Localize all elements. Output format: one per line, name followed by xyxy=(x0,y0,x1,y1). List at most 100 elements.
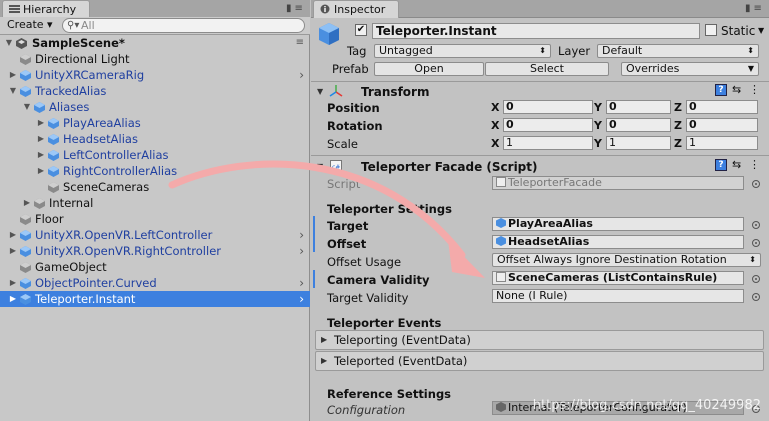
hierarchy-item[interactable]: ▶ PlayAreaAlias xyxy=(0,115,310,131)
object-picker-icon[interactable] xyxy=(752,293,760,301)
hierarchy-item[interactable]: ▶ Teleporter.Instant › xyxy=(0,291,310,307)
gameobject-cube-icon xyxy=(48,150,59,161)
hierarchy-item[interactable]: Floor xyxy=(0,211,310,227)
rotation-y-field[interactable]: 0 xyxy=(606,118,671,132)
hierarchy-item[interactable]: ▶ RightControllerAlias xyxy=(0,163,310,179)
hierarchy-item-label: Internal xyxy=(49,196,94,210)
hierarchy-item-label: PlayAreaAlias xyxy=(63,116,141,130)
expand-arrow-icon[interactable]: ▶ xyxy=(22,195,32,211)
create-button[interactable]: Create ▾ xyxy=(4,18,56,33)
chevron-updown-icon: ⬍ xyxy=(539,46,546,55)
tag-dropdown[interactable]: Untagged ⬍ xyxy=(374,44,551,58)
hierarchy-item[interactable]: Directional Light xyxy=(0,51,310,67)
teleporting-event[interactable]: ▶ Teleporting (EventData) xyxy=(315,330,764,350)
prefab-open-chevron-icon[interactable]: › xyxy=(299,67,304,83)
inspector-tab[interactable]: Inspector xyxy=(313,0,399,18)
axis-label-x[interactable]: X xyxy=(491,137,499,150)
gameobject-cube-icon xyxy=(496,236,506,246)
expand-arrow-icon[interactable]: ▶ xyxy=(36,115,46,131)
help-icon[interactable]: ? xyxy=(715,84,727,96)
transform-fold-icon[interactable]: ▼ xyxy=(317,87,323,96)
prefab-overrides-dropdown[interactable]: Overrides ▼ xyxy=(621,62,759,76)
prefab-open-button[interactable]: Open xyxy=(374,62,484,76)
teleported-event[interactable]: ▶ Teleported (EventData) xyxy=(315,351,764,371)
static-checkbox[interactable] xyxy=(705,24,717,36)
prefab-open-chevron-icon[interactable]: › xyxy=(299,275,304,291)
hierarchy-menu-icons[interactable]: ▮≡ xyxy=(286,3,306,14)
axis-label-y[interactable]: Y xyxy=(594,101,602,114)
offset-usage-dropdown[interactable]: Offset Always Ignore Destination Rotatio… xyxy=(492,253,761,267)
rotation-x-field[interactable]: 0 xyxy=(503,118,593,132)
expand-arrow-icon[interactable]: ▶ xyxy=(36,131,46,147)
hierarchy-item[interactable]: ▶ UnityXRCameraRig › xyxy=(0,67,310,83)
component-menu-icon[interactable]: ⋮ xyxy=(749,83,760,96)
rotation-label: Rotation xyxy=(327,119,383,133)
expand-arrow-icon[interactable]: ▶ xyxy=(8,291,18,307)
preset-icon[interactable]: ⇆ xyxy=(732,158,741,171)
object-name-field[interactable]: Teleporter.Instant xyxy=(372,23,700,39)
active-checkbox[interactable]: ✔ xyxy=(355,24,367,36)
camera-validity-field[interactable]: SceneCameras (ListContainsRule) xyxy=(492,271,744,285)
object-picker-icon[interactable] xyxy=(752,275,760,283)
axis-label-y[interactable]: Y xyxy=(594,119,602,132)
layer-dropdown[interactable]: Default ⬍ xyxy=(597,44,759,58)
prefab-open-chevron-icon[interactable]: › xyxy=(299,291,304,307)
prefab-select-button[interactable]: Select xyxy=(485,62,609,76)
target-validity-field[interactable]: None (I Rule) xyxy=(492,289,744,303)
facade-fold-icon[interactable]: ▼ xyxy=(317,162,323,171)
scale-y-field[interactable]: 1 xyxy=(606,136,671,150)
help-icon[interactable]: ? xyxy=(715,159,727,171)
collapse-arrow-icon[interactable]: ▼ xyxy=(22,99,32,115)
expand-arrow-icon[interactable]: ▶ xyxy=(8,243,18,259)
expand-arrow-icon[interactable]: ▶ xyxy=(8,275,18,291)
hierarchy-item[interactable]: ▼ Aliases xyxy=(0,99,310,115)
scene-menu-icon[interactable]: ≡ xyxy=(296,35,304,51)
axis-label-z[interactable]: Z xyxy=(674,101,682,114)
hierarchy-tab-label: Hierarchy xyxy=(23,3,77,16)
scale-x-field[interactable]: 1 xyxy=(503,136,593,150)
position-x-field[interactable]: 0 xyxy=(503,100,593,114)
hierarchy-item[interactable]: ▶ HeadsetAlias xyxy=(0,131,310,147)
preset-icon[interactable]: ⇆ xyxy=(732,83,741,96)
expand-arrow-icon[interactable]: ▶ xyxy=(36,163,46,179)
position-z-field[interactable]: 0 xyxy=(686,100,758,114)
axis-label-z[interactable]: Z xyxy=(674,119,682,132)
axis-label-x[interactable]: X xyxy=(491,119,499,132)
hierarchy-item[interactable]: SceneCameras xyxy=(0,179,310,195)
rotation-z-field[interactable]: 0 xyxy=(686,118,758,132)
axis-label-y[interactable]: Y xyxy=(594,137,602,150)
expand-arrow-icon[interactable]: ▶ xyxy=(36,147,46,163)
position-y-field[interactable]: 0 xyxy=(606,100,671,114)
scene-name: SampleScene* xyxy=(32,36,125,50)
hierarchy-item[interactable]: ▼ TrackedAlias xyxy=(0,83,310,99)
expand-arrow-icon[interactable]: ▶ xyxy=(8,227,18,243)
script-value: TeleporterFacade xyxy=(508,176,602,189)
gameobject-cube-icon xyxy=(20,278,31,289)
hierarchy-item[interactable]: ▶ UnityXR.OpenVR.RightController › xyxy=(0,243,310,259)
collapse-arrow-icon[interactable]: ▼ xyxy=(8,83,18,99)
prefab-open-chevron-icon[interactable]: › xyxy=(299,243,304,259)
prefab-open-chevron-icon[interactable]: › xyxy=(299,227,304,243)
scene-row[interactable]: ▼ SampleScene* ≡ xyxy=(0,35,310,51)
object-picker-icon[interactable] xyxy=(752,239,760,247)
axis-label-x[interactable]: X xyxy=(491,101,499,114)
hierarchy-item[interactable]: ▶ Internal xyxy=(0,195,310,211)
search-input[interactable]: ⚲▾ All xyxy=(62,18,305,33)
object-picker-icon[interactable] xyxy=(752,221,760,229)
inspector-menu-icons[interactable]: ▮≡ xyxy=(745,3,765,14)
hierarchy-item[interactable]: GameObject xyxy=(0,259,310,275)
hierarchy-tab[interactable]: Hierarchy xyxy=(2,0,90,18)
hierarchy-item[interactable]: ▶ UnityXR.OpenVR.LeftController › xyxy=(0,227,310,243)
hierarchy-item[interactable]: ▶ LeftControllerAlias xyxy=(0,147,310,163)
hierarchy-item[interactable]: ▶ ObjectPointer.Curved › xyxy=(0,275,310,291)
offset-field[interactable]: HeadsetAlias xyxy=(492,235,744,249)
object-picker-icon[interactable] xyxy=(752,180,760,188)
expand-arrow-icon[interactable]: ▼ xyxy=(4,35,14,51)
target-field[interactable]: PlayAreaAlias xyxy=(492,217,744,231)
gameobject-cube-icon xyxy=(48,182,59,193)
axis-label-z[interactable]: Z xyxy=(674,137,682,150)
expand-arrow-icon[interactable]: ▶ xyxy=(8,67,18,83)
component-menu-icon[interactable]: ⋮ xyxy=(749,158,760,171)
scale-z-field[interactable]: 1 xyxy=(686,136,758,150)
static-dropdown-icon[interactable]: ▼ xyxy=(758,26,764,35)
